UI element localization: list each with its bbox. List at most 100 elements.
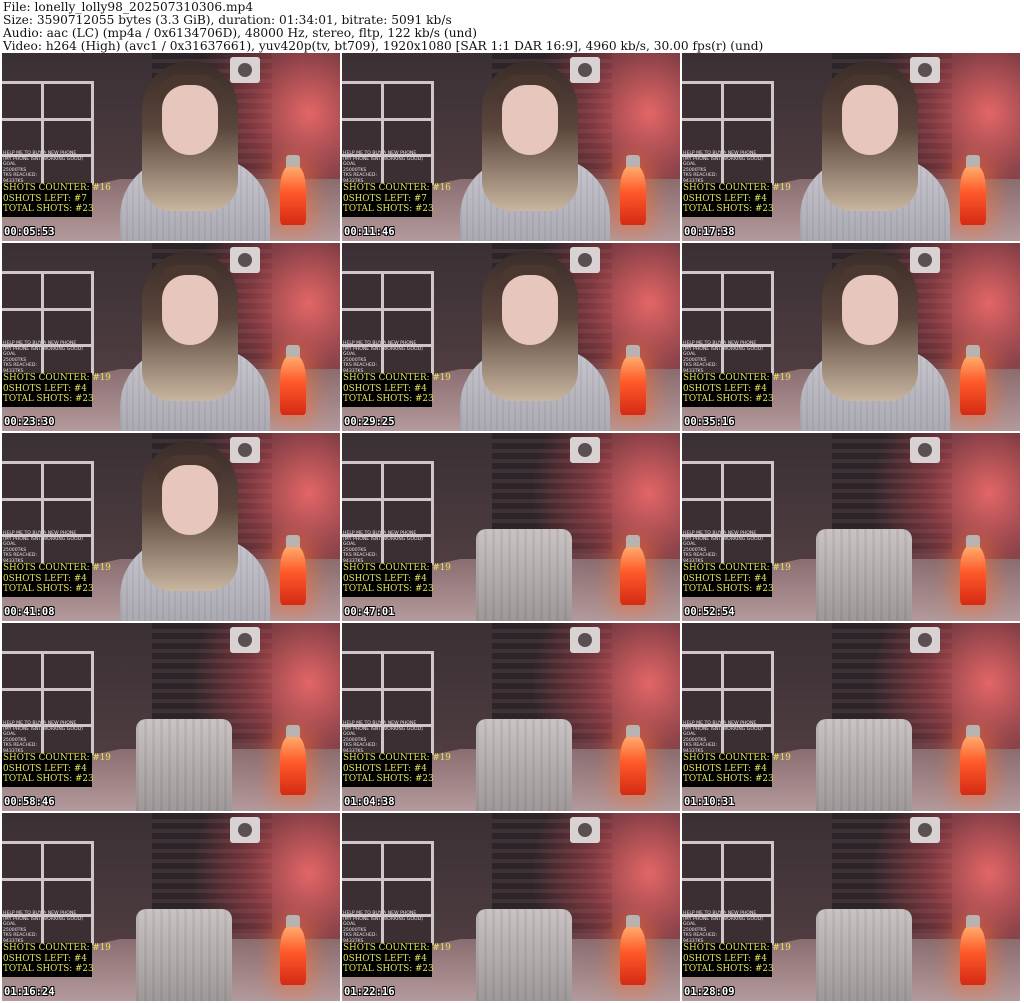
wall-speaker: [570, 437, 600, 463]
empty-chair: [816, 719, 912, 811]
thumbnail-grid: HELP ME TO BUY A NEW PHONE (MY PHONE ISNT…: [2, 53, 1020, 1001]
shots-overlay-box: SHOTS COUNTER: #19 0SHOTS LEFT: #4 TOTAL S…: [2, 373, 111, 407]
shots-counter-text: SHOTS COUNTER: #19: [343, 753, 451, 763]
goal-overlay-line: HELP ME TO BUY A NEW PHONE: [3, 911, 77, 916]
thumbnail-timestamp: 01:28:09: [684, 986, 735, 998]
streamer-figure: [120, 251, 270, 431]
streamer-figure: [800, 61, 950, 241]
shots-left-text: 0SHOTS LEFT: #4: [343, 763, 427, 774]
goal-overlay-line: HELP ME TO BUY A NEW PHONE: [3, 721, 77, 726]
thumbnail-timestamp: 00:58:46: [4, 796, 55, 808]
shots-counter-text: SHOTS COUNTER: #19: [683, 753, 791, 763]
video-thumbnail[interactable]: HELP ME TO BUY A NEW PHONE (MY PHONE ISNT…: [682, 813, 1020, 1001]
shots-counter-text: SHOTS COUNTER: #16: [343, 183, 451, 193]
thumbnail-timestamp: 00:23:30: [4, 416, 55, 428]
lava-lamp: [620, 155, 646, 225]
total-shots-text: TOTAL SHOTS: #23: [3, 394, 94, 404]
goal-overlay-text: HELP ME TO BUY A NEW PHONE (MY PHONE ISNT…: [3, 341, 83, 375]
shots-counter-text: SHOTS COUNTER: #19: [683, 183, 791, 193]
streamer-face: [162, 85, 218, 155]
streamer-figure: [460, 251, 610, 431]
shots-counter-text: SHOTS COUNTER: #16: [3, 183, 111, 193]
goal-overlay-line: HELP ME TO BUY A NEW PHONE: [683, 721, 757, 726]
video-thumbnail[interactable]: HELP ME TO BUY A NEW PHONE (MY PHONE ISNT…: [342, 433, 680, 621]
total-shots-text: TOTAL SHOTS: #23: [3, 774, 94, 784]
streamer-face: [162, 465, 218, 535]
goal-overlay-line: HELP ME TO BUY A NEW PHONE: [3, 151, 77, 156]
shots-overlay-box: SHOTS COUNTER: #16 0SHOTS LEFT: #7 TOTAL S…: [2, 183, 111, 217]
video-thumbnail[interactable]: HELP ME TO BUY A NEW PHONE (MY PHONE ISNT…: [682, 623, 1020, 811]
thumbnail-timestamp: 00:35:16: [684, 416, 735, 428]
lava-lamp: [960, 535, 986, 605]
lava-lamp: [280, 345, 306, 415]
empty-chair: [816, 529, 912, 621]
empty-chair: [136, 719, 232, 811]
wall-speaker: [910, 627, 940, 653]
lava-lamp: [280, 535, 306, 605]
streamer-face: [842, 85, 898, 155]
goal-overlay-line: HELP ME TO BUY A NEW PHONE: [343, 341, 417, 346]
total-shots-text: TOTAL SHOTS: #23: [3, 204, 94, 214]
shots-overlay-box: SHOTS COUNTER: #19 0SHOTS LEFT: #4 TOTAL S…: [682, 373, 791, 407]
thumbnail-timestamp: 00:05:53: [4, 226, 55, 238]
thumbnail-timestamp: 01:10:31: [684, 796, 735, 808]
goal-overlay-line: HELP ME TO BUY A NEW PHONE: [683, 911, 757, 916]
thumbnail-timestamp: 00:47:01: [344, 606, 395, 618]
video-thumbnail[interactable]: HELP ME TO BUY A NEW PHONE (MY PHONE ISNT…: [2, 623, 340, 811]
goal-overlay-text: HELP ME TO BUY A NEW PHONE (MY PHONE ISNT…: [683, 341, 763, 375]
video-thumbnail[interactable]: HELP ME TO BUY A NEW PHONE (MY PHONE ISNT…: [682, 433, 1020, 621]
video-thumbnail[interactable]: HELP ME TO BUY A NEW PHONE (MY PHONE ISNT…: [342, 813, 680, 1001]
total-shots-text: TOTAL SHOTS: #23: [683, 774, 774, 784]
goal-overlay-line: HELP ME TO BUY A NEW PHONE: [3, 531, 77, 536]
thumbnail-timestamp: 00:29:25: [344, 416, 395, 428]
wall-speaker: [230, 627, 260, 653]
total-shots-text: TOTAL SHOTS: #23: [3, 584, 94, 594]
total-shots-text: TOTAL SHOTS: #23: [343, 204, 434, 214]
shots-left-text: 0SHOTS LEFT: #4: [3, 763, 87, 774]
thumbnail-timestamp: 00:41:08: [4, 606, 55, 618]
video-thumbnail[interactable]: HELP ME TO BUY A NEW PHONE (MY PHONE ISNT…: [342, 243, 680, 431]
thumbnail-timestamp: 01:22:16: [344, 986, 395, 998]
thumbnail-timestamp: 01:16:24: [4, 986, 55, 998]
thumbnail-timestamp: 01:04:38: [344, 796, 395, 808]
wall-speaker: [570, 627, 600, 653]
wall-speaker: [910, 817, 940, 843]
shots-overlay-box: SHOTS COUNTER: #19 0SHOTS LEFT: #4 TOTAL S…: [2, 563, 111, 597]
shots-overlay-box: SHOTS COUNTER: #19 0SHOTS LEFT: #4 TOTAL S…: [342, 373, 451, 407]
video-thumbnail[interactable]: HELP ME TO BUY A NEW PHONE (MY PHONE ISNT…: [2, 433, 340, 621]
shots-overlay-box: SHOTS COUNTER: #19 0SHOTS LEFT: #4 TOTAL S…: [682, 943, 791, 977]
lava-lamp: [960, 345, 986, 415]
goal-overlay-line: HELP ME TO BUY A NEW PHONE: [343, 531, 417, 536]
shots-counter-text: SHOTS COUNTER: #19: [3, 563, 111, 573]
shots-overlay-box: SHOTS COUNTER: #19 0SHOTS LEFT: #4 TOTAL S…: [342, 563, 451, 597]
video-thumbnail[interactable]: HELP ME TO BUY A NEW PHONE (MY PHONE ISNT…: [2, 813, 340, 1001]
total-shots-text: TOTAL SHOTS: #23: [683, 394, 774, 404]
shots-overlay-box: SHOTS COUNTER: #19 0SHOTS LEFT: #4 TOTAL S…: [2, 943, 111, 977]
lava-lamp: [620, 915, 646, 985]
goal-overlay-line: HELP ME TO BUY A NEW PHONE: [683, 151, 757, 156]
total-shots-text: TOTAL SHOTS: #23: [343, 774, 434, 784]
video-thumbnail[interactable]: HELP ME TO BUY A NEW PHONE (MY PHONE ISNT…: [2, 243, 340, 431]
empty-chair: [136, 909, 232, 1001]
lava-lamp: [280, 725, 306, 795]
goal-overlay-text: HELP ME TO BUY A NEW PHONE (MY PHONE ISNT…: [343, 341, 423, 375]
video-thumbnail[interactable]: HELP ME TO BUY A NEW PHONE (MY PHONE ISNT…: [342, 623, 680, 811]
total-shots-text: TOTAL SHOTS: #23: [683, 964, 774, 974]
streamer-figure: [120, 61, 270, 241]
video-thumbnail[interactable]: HELP ME TO BUY A NEW PHONE (MY PHONE ISNT…: [342, 53, 680, 241]
shots-left-text: 0SHOTS LEFT: #4: [343, 383, 427, 394]
shots-left-text: 0SHOTS LEFT: #4: [683, 953, 767, 964]
shots-overlay-box: SHOTS COUNTER: #19 0SHOTS LEFT: #4 TOTAL S…: [2, 753, 111, 787]
total-shots-text: TOTAL SHOTS: #23: [343, 964, 434, 974]
goal-overlay-line: HELP ME TO BUY A NEW PHONE: [3, 341, 77, 346]
wall-speaker: [570, 817, 600, 843]
shots-overlay-box: SHOTS COUNTER: #19 0SHOTS LEFT: #4 TOTAL S…: [342, 753, 451, 787]
video-thumbnail[interactable]: HELP ME TO BUY A NEW PHONE (MY PHONE ISNT…: [682, 243, 1020, 431]
shots-overlay-box: SHOTS COUNTER: #19 0SHOTS LEFT: #4 TOTAL S…: [682, 183, 791, 217]
goal-overlay-text: HELP ME TO BUY A NEW PHONE (MY PHONE ISNT…: [683, 151, 763, 185]
goal-overlay-line: HELP ME TO BUY A NEW PHONE: [343, 911, 417, 916]
video-thumbnail[interactable]: HELP ME TO BUY A NEW PHONE (MY PHONE ISNT…: [2, 53, 340, 241]
video-thumbnail[interactable]: HELP ME TO BUY A NEW PHONE (MY PHONE ISNT…: [682, 53, 1020, 241]
goal-overlay-text: HELP ME TO BUY A NEW PHONE (MY PHONE ISNT…: [683, 911, 763, 945]
lava-lamp: [960, 725, 986, 795]
